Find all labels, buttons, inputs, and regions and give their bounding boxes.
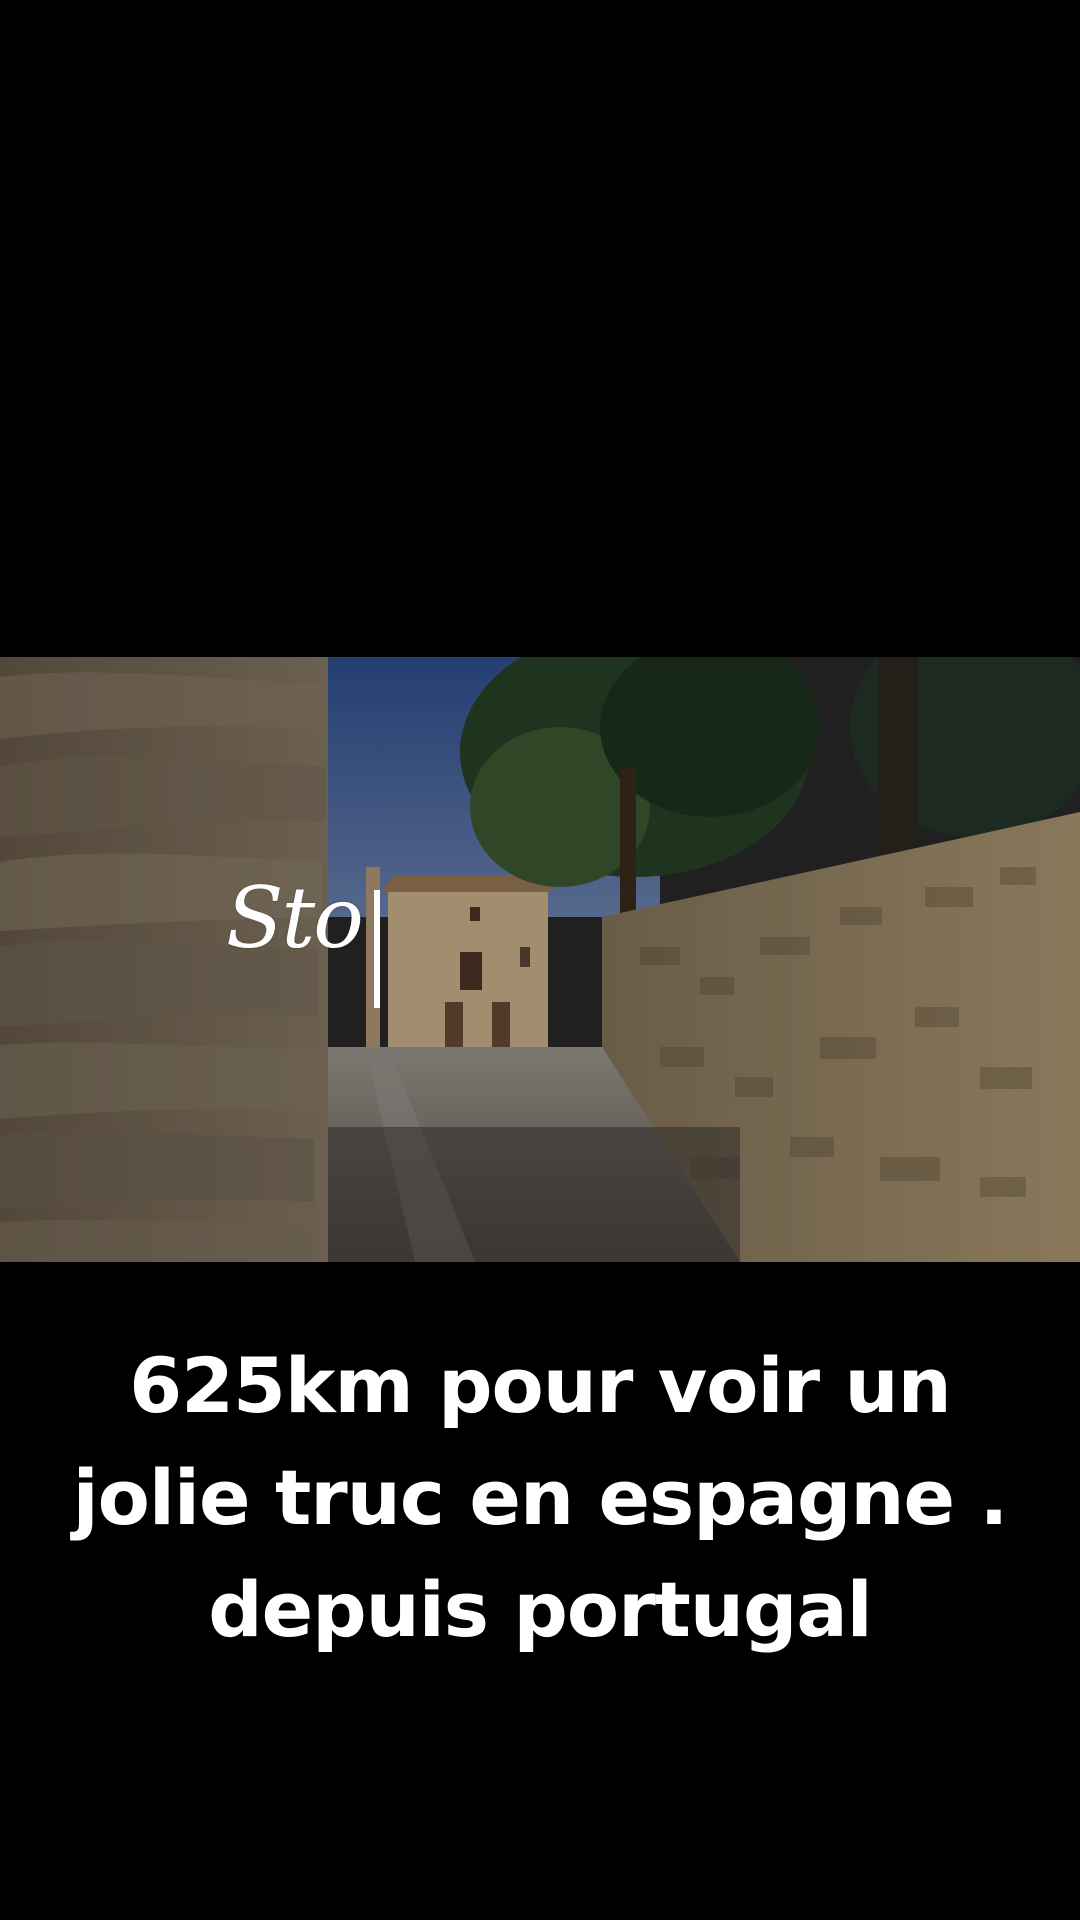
street-scene-image [0, 657, 1080, 1262]
video-overlay-text: Sto [226, 869, 364, 967]
text-cursor [374, 890, 380, 1008]
video-frame[interactable] [0, 657, 1080, 1262]
video-caption: 625km pour voir un jolie truc en espagne… [72, 1341, 1009, 1654]
video-stage[interactable]: Sto 625km pour voir un jolie truc en esp… [0, 0, 1080, 1920]
